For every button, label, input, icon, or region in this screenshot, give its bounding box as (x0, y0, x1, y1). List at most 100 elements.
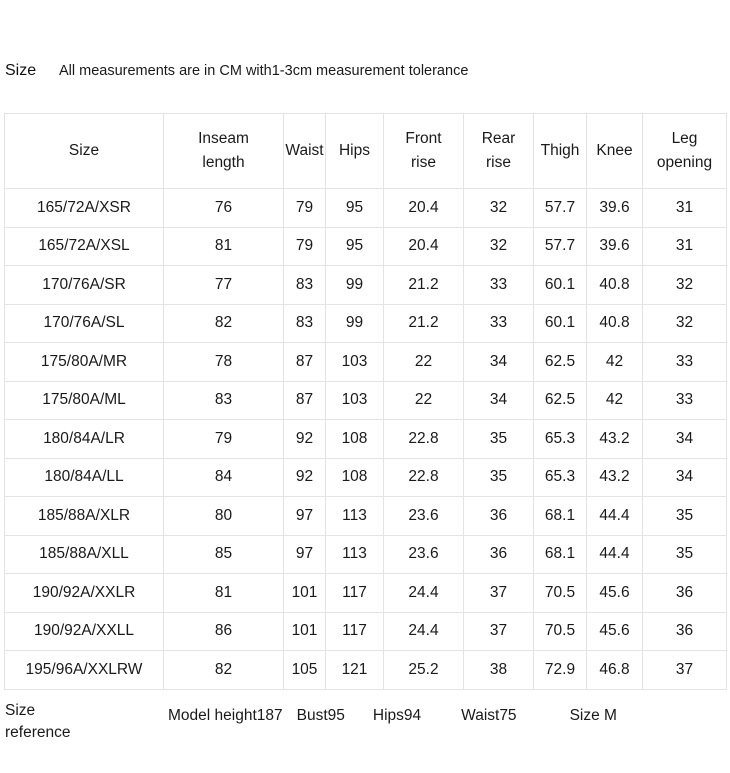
cell-size: 185/88A/XLL (4, 534, 164, 574)
cell-front_rise: 22 (383, 342, 464, 382)
table-body: 165/72A/XSR 76 79 95 20.4 32 57.7 39.6 31 165/72A… (4, 188, 727, 690)
column-header-thigh: Thigh (533, 113, 587, 189)
table-row: 185/88A/XLR 80 97 113 23.6 36 68.1 44.4 35 (4, 496, 727, 536)
cell-size: 180/84A/LL (4, 457, 164, 497)
cell-hips: 103 (325, 380, 384, 420)
size-reference-item: Bust95 (296, 707, 345, 724)
table-row: 170/76A/SL 82 83 99 21.2 33 60.1 40.8 32 (4, 303, 727, 343)
table-row: 175/80A/MR 78 87 103 22 34 62.5 42 33 (4, 342, 727, 382)
table-header-row: Size Inseam length Waist Hips Front rise Rear ri… (4, 113, 727, 189)
cell-front_rise: 22.8 (383, 419, 464, 459)
size-reference-item: Hips94 (372, 707, 422, 724)
cell-thigh: 70.5 (533, 611, 587, 651)
cell-rear_rise: 37 (463, 611, 534, 651)
cell-size: 180/84A/LR (4, 419, 164, 459)
table-row: 175/80A/ML 83 87 103 22 34 62.5 42 33 (4, 380, 727, 420)
cell-leg_opening: 33 (642, 342, 727, 382)
cell-front_rise: 25.2 (383, 650, 464, 690)
column-header-line2: opening (656, 154, 713, 171)
cell-size: 165/72A/XSR (4, 188, 164, 228)
cell-waist: 87 (283, 342, 326, 382)
table-row: 195/96A/XXLRW 82 105 121 25.2 38 72.9 46.8 37 (4, 650, 727, 690)
cell-hips: 99 (325, 265, 384, 305)
cell-hips: 99 (325, 303, 384, 343)
cell-rear_rise: 34 (463, 380, 534, 420)
cell-front_rise: 20.4 (383, 226, 464, 266)
cell-rear_rise: 36 (463, 496, 534, 536)
cell-inseam: 86 (163, 611, 284, 651)
cell-inseam: 77 (163, 265, 284, 305)
column-header-rear_rise: Rear rise (463, 113, 534, 189)
cell-thigh: 60.1 (533, 303, 587, 343)
cell-thigh: 72.9 (533, 650, 587, 690)
column-header-leg_opening: Leg opening (642, 113, 727, 189)
size-reference-item: Model height187 (168, 707, 283, 724)
size-reference-label-line2: reference (5, 724, 71, 742)
cell-size: 190/92A/XXLL (4, 611, 164, 651)
cell-leg_opening: 32 (642, 303, 727, 343)
cell-size: 170/76A/SR (4, 265, 164, 305)
cell-rear_rise: 38 (463, 650, 534, 690)
cell-thigh: 57.7 (533, 188, 587, 228)
cell-waist: 83 (283, 265, 326, 305)
cell-leg_opening: 31 (642, 188, 727, 228)
cell-inseam: 76 (163, 188, 284, 228)
cell-waist: 101 (283, 573, 326, 613)
cell-inseam: 85 (163, 534, 284, 574)
size-reference-item: Waist75 (461, 707, 517, 724)
column-header-hips: Hips (325, 113, 384, 189)
column-header-size: Size (4, 113, 164, 189)
cell-rear_rise: 35 (463, 457, 534, 497)
cell-inseam: 79 (163, 419, 284, 459)
column-header-line1: Leg (671, 129, 698, 147)
cell-knee: 40.8 (586, 303, 643, 343)
column-header-line2: rise (411, 154, 436, 171)
size-chart-table: Size Inseam length Waist Hips Front rise Rear ri… (4, 113, 727, 690)
column-header-line2: length (202, 154, 245, 171)
cell-front_rise: 22.8 (383, 457, 464, 497)
page-title: Size (5, 62, 37, 79)
table-row: 190/92A/XXLR 81 101 117 24.4 37 70.5 45.6 36 (4, 573, 727, 613)
cell-waist: 92 (283, 419, 326, 459)
cell-thigh: 70.5 (533, 573, 587, 613)
cell-hips: 121 (325, 650, 384, 690)
cell-hips: 108 (325, 419, 384, 459)
cell-leg_opening: 35 (642, 496, 727, 536)
cell-knee: 43.2 (586, 457, 643, 497)
cell-inseam: 81 (163, 226, 284, 266)
table-row: 180/84A/LR 79 92 108 22.8 35 65.3 43.2 34 (4, 419, 727, 459)
cell-waist: 83 (283, 303, 326, 343)
cell-leg_opening: 35 (642, 534, 727, 574)
cell-thigh: 68.1 (533, 496, 587, 536)
cell-leg_opening: 36 (642, 573, 727, 613)
cell-knee: 43.2 (586, 419, 643, 459)
cell-waist: 105 (283, 650, 326, 690)
table-row: 165/72A/XSL 81 79 95 20.4 32 57.7 39.6 31 (4, 226, 727, 266)
cell-waist: 87 (283, 380, 326, 420)
column-header-line1: Rear (481, 129, 516, 147)
cell-rear_rise: 37 (463, 573, 534, 613)
cell-thigh: 62.5 (533, 342, 587, 382)
cell-leg_opening: 37 (642, 650, 727, 690)
cell-size: 190/92A/XXLR (4, 573, 164, 613)
cell-leg_opening: 34 (642, 419, 727, 459)
cell-size: 165/72A/XSL (4, 226, 164, 266)
cell-waist: 101 (283, 611, 326, 651)
size-reference-label: Size reference (0, 700, 163, 745)
cell-front_rise: 20.4 (383, 188, 464, 228)
cell-thigh: 65.3 (533, 419, 587, 459)
size-reference-label-line1: Size (5, 702, 36, 719)
size-reference-items: Model height187 Bust95 Hips94 Waist75 Size M (163, 700, 730, 725)
cell-size: 185/88A/XLR (4, 496, 164, 536)
cell-front_rise: 23.6 (383, 534, 464, 574)
page-heading: Size All measurements are in CM with1-3c… (0, 57, 730, 85)
cell-inseam: 82 (163, 303, 284, 343)
cell-rear_rise: 33 (463, 303, 534, 343)
size-chart-container: Size Inseam length Waist Hips Front rise Rear ri… (4, 113, 727, 690)
cell-rear_rise: 35 (463, 419, 534, 459)
cell-hips: 117 (325, 611, 384, 651)
cell-thigh: 57.7 (533, 226, 587, 266)
table-row: 180/84A/LL 84 92 108 22.8 35 65.3 43.2 34 (4, 457, 727, 497)
cell-hips: 117 (325, 573, 384, 613)
cell-waist: 92 (283, 457, 326, 497)
